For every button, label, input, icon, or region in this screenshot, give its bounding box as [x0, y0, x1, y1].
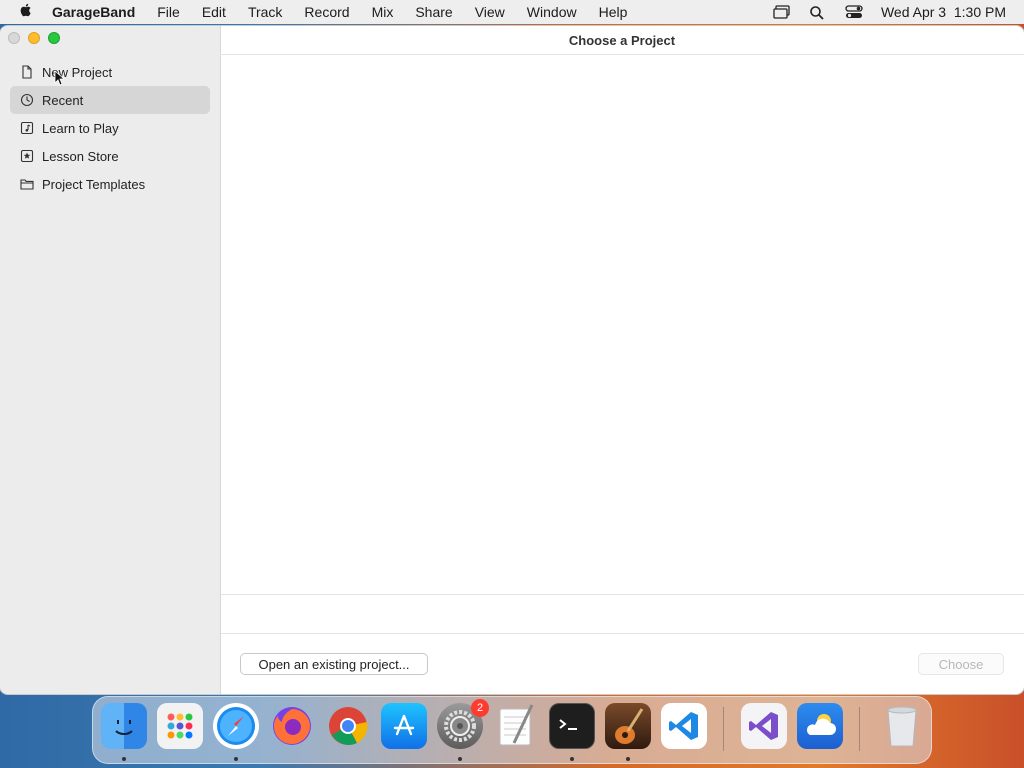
clock-datetime[interactable]: Wed Apr 3 1:30 PM — [881, 4, 1006, 20]
sidebar-item-label: Learn to Play — [42, 120, 119, 136]
sidebar-item-learn-to-play[interactable]: Learn to Play — [10, 114, 210, 142]
menu-window[interactable]: Window — [527, 4, 577, 20]
notification-badge: 2 — [471, 699, 489, 717]
running-indicator — [458, 757, 462, 761]
sidebar-item-recent[interactable]: Recent — [10, 86, 210, 114]
vscode-icon[interactable] — [661, 703, 707, 749]
music-note-icon — [20, 121, 34, 135]
visual-studio-icon[interactable] — [741, 703, 787, 749]
sidebar: New Project Recent Learn to Play Lesson … — [0, 26, 221, 694]
menu-record[interactable]: Record — [304, 4, 349, 20]
folder-icon — [20, 177, 34, 191]
sidebar-item-label: New Project — [42, 64, 113, 80]
divider — [221, 594, 1024, 595]
window-controls — [8, 32, 60, 44]
divider — [221, 633, 1024, 634]
terminal-icon[interactable] — [549, 703, 595, 749]
menu-track[interactable]: Track — [248, 4, 282, 20]
app-store-icon[interactable] — [381, 703, 427, 749]
minimize-button[interactable] — [28, 32, 40, 44]
dock-separator — [859, 707, 860, 751]
launchpad-icon[interactable] — [157, 703, 203, 749]
sidebar-item-label: Recent — [42, 92, 84, 108]
open-existing-project-button[interactable]: Open an existing project... — [240, 653, 428, 675]
sidebar-list: New Project Recent Learn to Play Lesson … — [10, 58, 210, 198]
dock-separator — [723, 707, 724, 751]
sidebar-item-label: Lesson Store — [42, 148, 119, 164]
close-button[interactable] — [8, 32, 20, 44]
menu-bar: GarageBand File Edit Track Record Mix Sh… — [0, 0, 1024, 24]
screen-mirroring-icon[interactable] — [773, 5, 791, 19]
clock-icon — [20, 93, 34, 107]
garageband-icon[interactable] — [605, 703, 651, 749]
dock: 2 — [92, 696, 932, 764]
choose-button[interactable]: Choose — [918, 653, 1004, 675]
project-content-area — [221, 55, 1024, 595]
menu-help[interactable]: Help — [599, 4, 628, 20]
sidebar-item-lesson-store[interactable]: Lesson Store — [10, 142, 210, 170]
menu-edit[interactable]: Edit — [202, 4, 226, 20]
running-indicator — [570, 757, 574, 761]
trash-icon[interactable] — [879, 703, 925, 749]
chrome-icon[interactable] — [325, 703, 371, 749]
menu-app-name[interactable]: GarageBand — [52, 4, 135, 20]
menu-mix[interactable]: Mix — [372, 4, 394, 20]
window-title: Choose a Project — [220, 26, 1024, 55]
sidebar-item-label: Project Templates — [42, 176, 146, 192]
finder-icon[interactable] — [101, 703, 147, 749]
document-icon — [20, 65, 34, 79]
safari-icon[interactable] — [213, 703, 259, 749]
control-center-icon[interactable] — [845, 5, 863, 19]
garageband-window: New Project Recent Learn to Play Lesson … — [0, 26, 1024, 694]
zoom-button[interactable] — [48, 32, 60, 44]
sidebar-item-project-templates[interactable]: Project Templates — [10, 170, 210, 198]
firefox-icon[interactable] — [269, 703, 315, 749]
running-indicator — [234, 757, 238, 761]
textedit-icon[interactable] — [493, 703, 539, 749]
mouse-cursor-icon — [54, 70, 64, 86]
menu-file[interactable]: File — [157, 4, 180, 20]
menu-view[interactable]: View — [475, 4, 505, 20]
menu-share[interactable]: Share — [415, 4, 452, 20]
spotlight-search-icon[interactable] — [809, 5, 827, 20]
running-indicator — [626, 757, 630, 761]
weather-icon[interactable] — [797, 703, 843, 749]
sidebar-item-new-project[interactable]: New Project — [10, 58, 210, 86]
system-settings-icon[interactable]: 2 — [437, 699, 489, 749]
apple-menu-icon[interactable] — [18, 2, 38, 23]
star-icon — [20, 149, 34, 163]
running-indicator — [122, 757, 126, 761]
